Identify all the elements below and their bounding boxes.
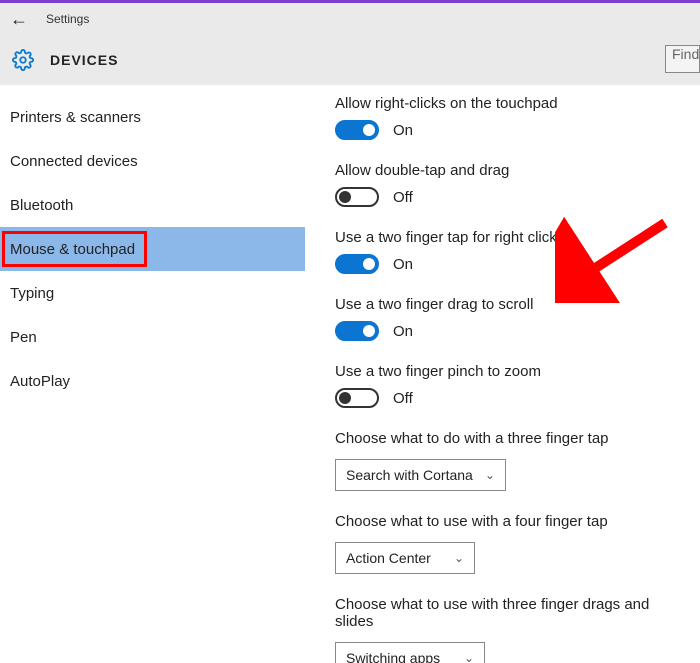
setting-three-finger-tap: Choose what to do with a three finger ta…	[335, 430, 682, 491]
setting-four-finger-tap: Choose what to use with a four finger ta…	[335, 513, 682, 574]
dropdown-value: Action Center	[346, 550, 431, 566]
setting-label: Choose what to use with three finger dra…	[335, 596, 682, 630]
setting-label: Use a two finger pinch to zoom	[335, 363, 682, 380]
chevron-down-icon: ⌄	[485, 468, 495, 482]
toggle-two-finger-drag-scroll[interactable]	[335, 321, 379, 341]
gear-icon	[12, 49, 34, 71]
setting-label: Use a two finger tap for right click	[335, 229, 682, 246]
setting-two-finger-tap-right-click: Use a two finger tap for right click On	[335, 229, 682, 274]
sidebar-item-mouse-touchpad[interactable]: Mouse & touchpad	[0, 227, 305, 271]
dropdown-four-finger-tap[interactable]: Action Center ⌄	[335, 542, 475, 574]
toggle-two-finger-pinch-zoom[interactable]	[335, 388, 379, 408]
toggle-state-text: On	[393, 122, 413, 139]
sidebar-item-label: AutoPlay	[10, 373, 70, 390]
setting-three-finger-drags: Choose what to use with three finger dra…	[335, 596, 682, 663]
toggle-state-text: On	[393, 323, 413, 340]
chevron-down-icon: ⌄	[464, 651, 474, 663]
setting-label: Allow right-clicks on the touchpad	[335, 95, 682, 112]
setting-label: Allow double-tap and drag	[335, 162, 682, 179]
sidebar-item-printers-scanners[interactable]: Printers & scanners	[0, 95, 305, 139]
sidebar-item-autoplay[interactable]: AutoPlay	[0, 359, 305, 403]
toggle-two-finger-tap-right-click[interactable]	[335, 254, 379, 274]
sidebar-item-label: Bluetooth	[10, 197, 73, 214]
window-title: Settings	[46, 12, 89, 26]
dropdown-three-finger-tap[interactable]: Search with Cortana ⌄	[335, 459, 506, 491]
sidebar-item-connected-devices[interactable]: Connected devices	[0, 139, 305, 183]
sidebar-item-pen[interactable]: Pen	[0, 315, 305, 359]
header: DEVICES Find	[0, 35, 700, 85]
toggle-state-text: Off	[393, 390, 413, 407]
dropdown-value: Switching apps	[346, 650, 440, 663]
setting-two-finger-drag-scroll: Use a two finger drag to scroll On	[335, 296, 682, 341]
setting-two-finger-pinch-zoom: Use a two finger pinch to zoom Off	[335, 363, 682, 408]
content-pane: Allow right-clicks on the touchpad On Al…	[305, 85, 700, 663]
sidebar-item-label: Mouse & touchpad	[10, 241, 135, 258]
toggle-state-text: On	[393, 256, 413, 273]
back-icon[interactable]: ←	[10, 9, 34, 30]
sidebar-item-label: Typing	[10, 285, 54, 302]
sidebar-item-label: Pen	[10, 329, 37, 346]
search-input[interactable]: Find	[665, 45, 700, 73]
toggle-allow-double-tap-drag[interactable]	[335, 187, 379, 207]
sidebar: Printers & scanners Connected devices Bl…	[0, 85, 305, 663]
setting-label: Choose what to do with a three finger ta…	[335, 430, 682, 447]
setting-allow-right-clicks: Allow right-clicks on the touchpad On	[335, 95, 682, 140]
sidebar-item-label: Connected devices	[10, 153, 138, 170]
chevron-down-icon: ⌄	[454, 551, 464, 565]
setting-label: Choose what to use with a four finger ta…	[335, 513, 682, 530]
page-title: DEVICES	[50, 52, 118, 68]
dropdown-value: Search with Cortana	[346, 467, 473, 483]
sidebar-item-bluetooth[interactable]: Bluetooth	[0, 183, 305, 227]
sidebar-item-label: Printers & scanners	[10, 109, 141, 126]
sidebar-item-typing[interactable]: Typing	[0, 271, 305, 315]
titlebar: ← Settings	[0, 3, 700, 35]
setting-allow-double-tap-drag: Allow double-tap and drag Off	[335, 162, 682, 207]
dropdown-three-finger-drags[interactable]: Switching apps ⌄	[335, 642, 485, 663]
toggle-state-text: Off	[393, 189, 413, 206]
setting-label: Use a two finger drag to scroll	[335, 296, 682, 313]
toggle-allow-right-clicks[interactable]	[335, 120, 379, 140]
